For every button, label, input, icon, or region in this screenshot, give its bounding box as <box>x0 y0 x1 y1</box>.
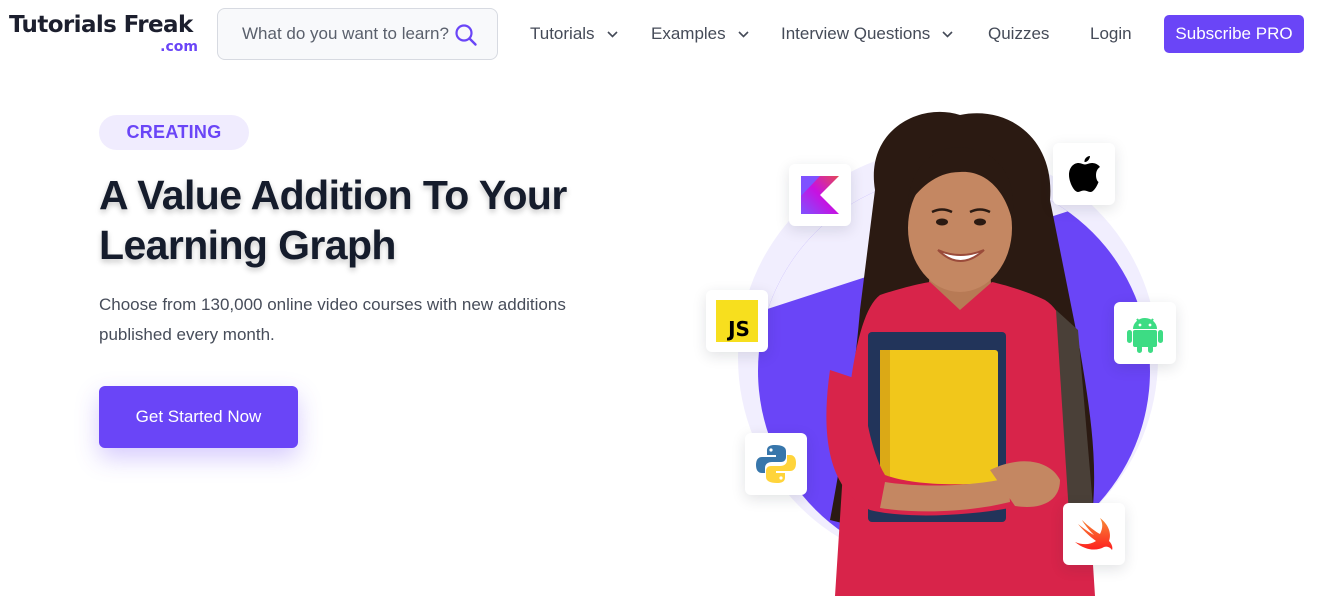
javascript-card: JS <box>706 290 768 352</box>
nav-login[interactable]: Login <box>1090 22 1132 46</box>
hero-badge: CREATING <box>99 115 249 150</box>
get-started-button[interactable]: Get Started Now <box>99 386 298 448</box>
nav-examples-label: Examples <box>651 24 726 43</box>
logo-domain: .com <box>160 39 198 55</box>
search-box <box>217 8 498 60</box>
site-header: Tutorials Freak .com Tutorials Examples … <box>0 0 1322 68</box>
hero-description-line-1: Choose from 130,000 online video courses… <box>99 295 566 314</box>
hero-headline-line-2: Learning Graph <box>99 222 396 268</box>
chevron-down-icon <box>606 30 618 38</box>
site-logo[interactable]: Tutorials Freak .com <box>9 12 204 58</box>
chevron-down-icon <box>942 30 953 38</box>
logo-wordmark: Tutorials Freak <box>9 12 193 38</box>
nav-interview-questions[interactable]: Interview Questions <box>781 22 953 46</box>
python-icon <box>756 445 796 483</box>
nav-quizzes[interactable]: Quizzes <box>988 22 1049 46</box>
chevron-down-icon <box>738 30 749 38</box>
hero-description: Choose from 130,000 online video courses… <box>99 290 589 350</box>
subscribe-pro-button[interactable]: Subscribe PRO <box>1164 15 1304 53</box>
hero-headline-line-1: A Value Addition To Your <box>99 172 567 218</box>
nav-tutorials[interactable]: Tutorials <box>530 22 618 46</box>
nav-tutorials-label: Tutorials <box>530 24 595 43</box>
kotlin-card <box>789 164 851 226</box>
nav-login-label: Login <box>1090 24 1132 43</box>
hero-headline: A Value Addition To Your Learning Graph <box>99 170 619 270</box>
hero-description-line-2: published every month. <box>99 325 275 344</box>
python-card <box>745 433 807 495</box>
nav-interview-questions-label: Interview Questions <box>781 24 931 43</box>
apple-icon <box>1069 156 1100 192</box>
nav-examples[interactable]: Examples <box>651 22 749 46</box>
android-card <box>1114 302 1176 364</box>
swift-icon <box>1075 518 1113 550</box>
swift-card <box>1063 503 1125 565</box>
android-icon <box>1127 318 1163 353</box>
svg-text:JS: JS <box>726 317 750 341</box>
nav-quizzes-label: Quizzes <box>988 24 1050 43</box>
javascript-icon: JS <box>716 300 758 342</box>
apple-card <box>1053 143 1115 205</box>
search-icon[interactable] <box>454 23 478 47</box>
kotlin-icon <box>801 176 839 214</box>
